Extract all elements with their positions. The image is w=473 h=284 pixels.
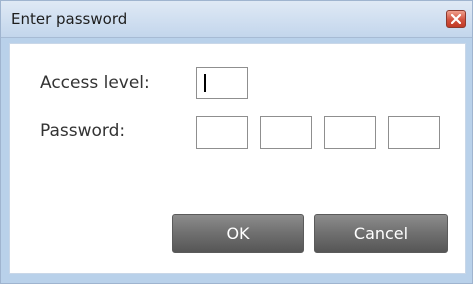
access-level-label: Access level: — [40, 73, 150, 93]
text-caret — [204, 74, 206, 92]
password-field-4[interactable] — [388, 116, 440, 149]
access-level-input[interactable] — [196, 67, 248, 99]
close-button[interactable] — [446, 10, 466, 28]
password-field-2[interactable] — [260, 116, 312, 149]
password-label: Password: — [40, 121, 126, 141]
title-bar[interactable]: Enter password — [1, 1, 472, 38]
dialog-title: Enter password — [11, 10, 128, 28]
close-icon — [451, 14, 461, 24]
password-field-3[interactable] — [324, 116, 376, 149]
password-field-1[interactable] — [196, 116, 248, 149]
dialog-body: Access level: Password: OK Cancel — [9, 43, 466, 274]
password-dialog: Enter password Access level: Password: O… — [0, 0, 473, 284]
cancel-button[interactable]: Cancel — [314, 214, 448, 253]
ok-button[interactable]: OK — [172, 214, 304, 253]
